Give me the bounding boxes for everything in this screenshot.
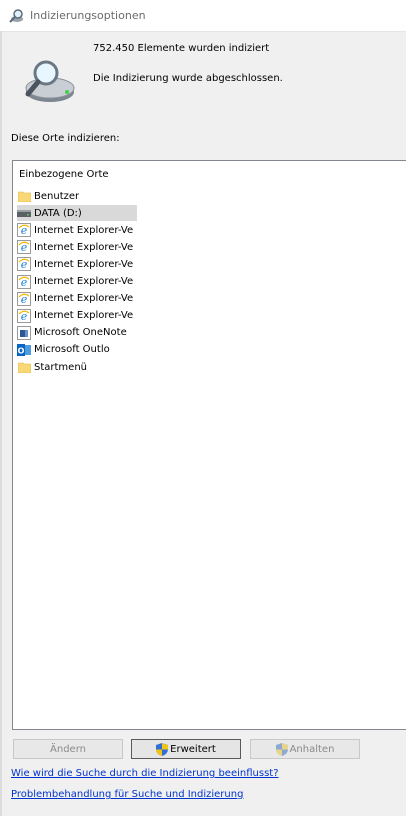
indexing-state-text: Die Indizierung wurde abgeschlossen. <box>93 73 283 84</box>
location-item-label: Microsoft Outlo <box>34 344 110 356</box>
location-item-label: Benutzer <box>34 190 80 202</box>
location-item-label: Internet Explorer-Ve <box>34 293 134 305</box>
indexing-status-icon <box>25 60 75 102</box>
location-item[interactable]: e Internet Explorer-Ve <box>17 291 137 307</box>
location-item[interactable]: Microsoft OneNote <box>17 325 137 341</box>
location-item-label: Microsoft OneNote <box>34 327 127 339</box>
uac-shield-icon <box>275 742 288 756</box>
location-item-label: Internet Explorer-Ve <box>34 258 134 270</box>
troubleshoot-search-link[interactable]: Problembehandlung für Suche und Indizier… <box>11 789 243 800</box>
advanced-button[interactable]: Erweitert <box>131 739 241 759</box>
location-item[interactable]: e Internet Explorer-Ve <box>17 222 137 238</box>
location-item[interactable]: Startmenü <box>17 359 137 375</box>
uac-shield-icon <box>156 742 169 756</box>
internet-explorer-icon: e <box>17 223 31 238</box>
internet-explorer-icon: e <box>17 257 31 272</box>
folder-icon <box>17 189 31 203</box>
outlook-icon: O <box>17 343 31 357</box>
internet-explorer-icon: e <box>17 274 31 289</box>
included-locations-list[interactable]: Einbezogene Orte Benutzer DATA (D:) e Inter… <box>12 160 406 730</box>
location-item[interactable]: e Internet Explorer-Ve <box>17 239 137 255</box>
internet-explorer-icon: e <box>17 308 31 323</box>
internet-explorer-icon: e <box>17 291 31 306</box>
title-bar: Indizierungsoptionen <box>0 0 406 32</box>
location-item[interactable]: e Internet Explorer-Ve <box>17 274 137 290</box>
onenote-icon <box>17 325 31 340</box>
location-item-label: Startmenü <box>34 361 87 373</box>
locations-section-label: Diese Orte indizieren: <box>11 133 120 144</box>
location-item[interactable]: O Microsoft Outlo <box>17 342 137 358</box>
drive-icon <box>17 206 31 220</box>
indexed-count-text: 752.450 Elemente wurden indiziert <box>93 43 270 54</box>
location-item[interactable]: e Internet Explorer-Ve <box>17 308 137 324</box>
change-button[interactable]: Ändern <box>13 739 123 759</box>
location-item-label: Internet Explorer-Ve <box>34 224 134 236</box>
svg-text:O: O <box>18 346 25 355</box>
location-item-label: Internet Explorer-Ve <box>34 241 134 253</box>
indexing-magnifier-icon <box>9 9 23 23</box>
location-item-label: Internet Explorer-Ve <box>34 276 134 287</box>
window-border <box>0 31 2 816</box>
location-item-label: DATA (D:) <box>34 207 82 219</box>
internet-explorer-icon: e <box>17 240 31 255</box>
pause-button[interactable]: Anhalten <box>250 739 360 759</box>
location-item[interactable]: e Internet Explorer-Ve <box>17 256 137 272</box>
advanced-button-label: Erweitert <box>170 743 216 755</box>
how-indexing-affects-search-link[interactable]: Wie wird die Suche durch die Indizierung… <box>11 768 279 779</box>
folder-icon <box>17 360 31 374</box>
window-title: Indizierungsoptionen <box>30 9 146 22</box>
location-item[interactable]: DATA (D:) <box>17 205 137 222</box>
change-button-label: Ändern <box>50 743 86 755</box>
list-header: Einbezogene Orte <box>19 169 109 180</box>
location-item-label: Internet Explorer-Ve <box>34 310 134 322</box>
pause-button-label: Anhalten <box>289 743 335 755</box>
location-item[interactable]: Benutzer <box>17 188 137 204</box>
